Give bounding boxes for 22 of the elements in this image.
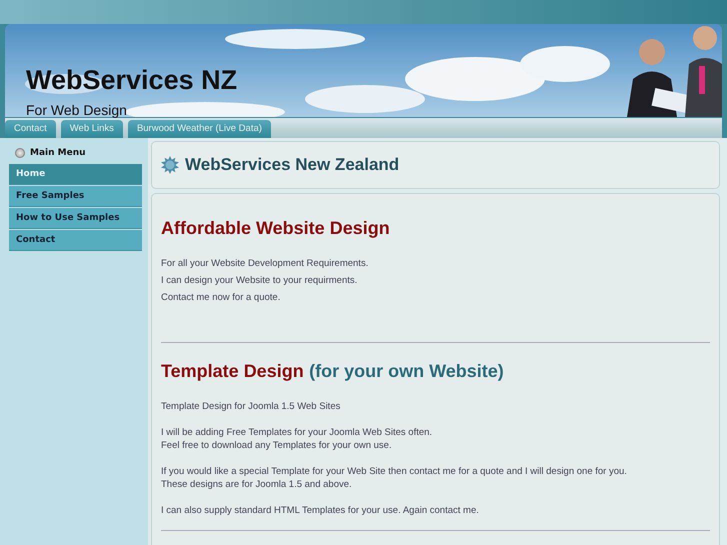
paragraph: I can design your Website to your requirments. bbox=[161, 274, 358, 287]
menu-item[interactable]: Free Samples bbox=[9, 186, 142, 207]
paragraph: For all your Website Development Requirements. bbox=[161, 257, 370, 270]
nav-tab[interactable]: Web Links bbox=[60, 120, 123, 138]
menu-item[interactable]: Home bbox=[9, 164, 142, 185]
article-heading: Template Design (for your own Website) bbox=[161, 361, 505, 382]
paragraph: I can also supply standard HTML Templates for your use. Again contact me. bbox=[161, 504, 480, 517]
paragraph: Contact me now for a quote. bbox=[161, 291, 282, 304]
site-tagline: For Web Design bbox=[26, 102, 128, 118]
paragraph: If you would like a special Template for your Web Site then contact me for a quote and I will design one for you. These designs are for Joomla 1.5 and above. bbox=[161, 465, 628, 491]
menu-heading: Main Menu bbox=[30, 148, 86, 158]
article-heading: Affordable Website Design bbox=[161, 218, 391, 239]
page-title: WebServices New Zealand bbox=[185, 155, 400, 175]
paragraph: I will be adding Free Templates for your Joomla Web Sites often. Feel free to download any Templates for your own use. bbox=[161, 426, 434, 452]
paragraph: Template Design for Joomla 1.5 Web Sites bbox=[161, 400, 342, 413]
nav-tab[interactable]: Contact bbox=[5, 120, 56, 138]
menu-item[interactable]: How to Use Samples bbox=[9, 208, 142, 229]
sun-icon bbox=[161, 156, 179, 174]
nav-tab[interactable]: Burwood Weather (Live Data) bbox=[128, 120, 271, 138]
site-title: WebServices NZ bbox=[26, 65, 238, 96]
bullet-icon bbox=[15, 148, 25, 158]
menu-item[interactable]: Contact bbox=[9, 230, 142, 251]
